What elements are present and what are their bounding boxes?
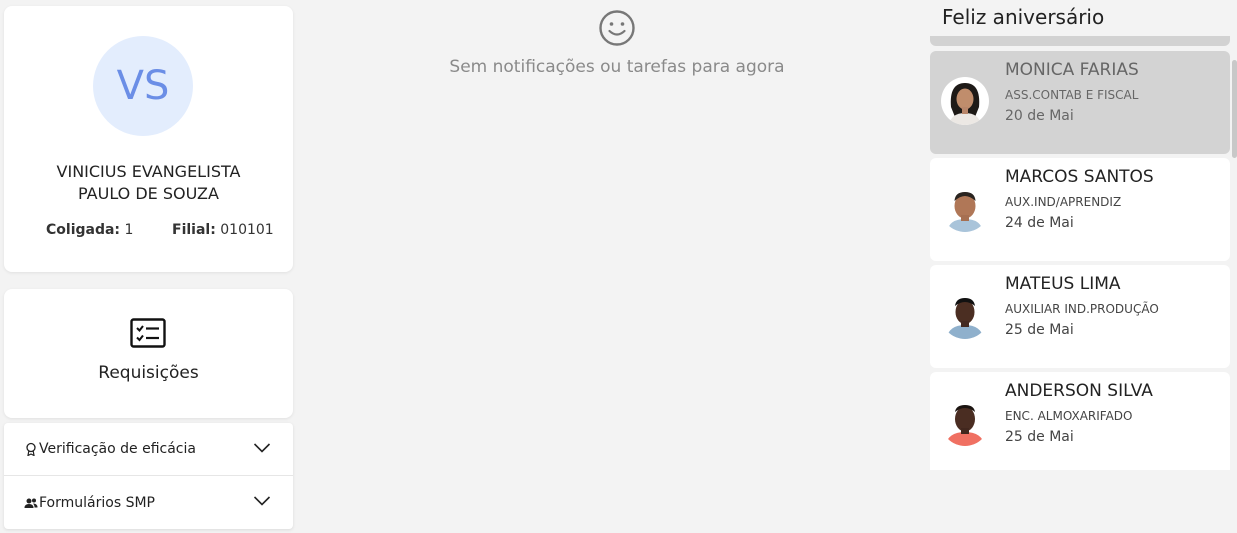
birthday-card[interactable]: MATEUS LIMA AUXILIAR IND.PRODUÇÃO 25 de …	[930, 265, 1230, 368]
scrollbar[interactable]	[1232, 60, 1237, 158]
accordion-item-label: Verificação de eficácia	[39, 441, 196, 457]
employee-name: MONICA FARIAS	[1005, 60, 1139, 80]
profile-card: VS VINICIUS EVANGELISTA PAULO DE SOUZA C…	[4, 6, 293, 272]
accordion-item-verificacao[interactable]: Verificação de eficácia	[4, 423, 293, 476]
filial-label: Filial:	[172, 222, 216, 238]
birthday-card[interactable]: MONICA FARIAS ASS.CONTAB E FISCAL 20 de …	[930, 51, 1230, 154]
employee-role: ASS.CONTAB E FISCAL	[1005, 88, 1139, 102]
employee-photo	[941, 291, 989, 339]
birthday-card[interactable]: MARCOS SANTOS AUX.IND/APRENDIZ 24 de Mai	[930, 158, 1230, 261]
chevron-down-icon[interactable]	[253, 495, 271, 507]
avatar: VS	[93, 36, 193, 136]
accordion-item-formularios[interactable]: Formulários SMP	[4, 476, 293, 529]
avatar-initials: VS	[116, 63, 170, 109]
employee-photo	[941, 398, 989, 446]
user-name: VINICIUS EVANGELISTA PAULO DE SOUZA	[56, 162, 241, 203]
coligada-info: Coligada: 1	[46, 222, 133, 238]
list-divider	[930, 36, 1230, 46]
birthday-date: 25 de Mai	[1005, 429, 1074, 445]
checklist-icon	[130, 318, 166, 348]
requisicoes-card[interactable]: Requisições	[4, 289, 293, 418]
users-icon	[24, 496, 38, 510]
birthdays-list[interactable]: MONICA FARIAS ASS.CONTAB E FISCAL 20 de …	[930, 36, 1230, 470]
chevron-down-icon[interactable]	[253, 442, 271, 454]
award-icon	[24, 442, 38, 456]
employee-role: ENC. ALMOXARIFADO	[1005, 409, 1133, 423]
birthday-card[interactable]: ANDERSON SILVA ENC. ALMOXARIFADO 25 de M…	[930, 372, 1230, 470]
employee-name: MATEUS LIMA	[1005, 274, 1121, 294]
employee-name: MARCOS SANTOS	[1005, 167, 1154, 187]
coligada-value: 1	[124, 222, 134, 238]
accordion-item-label: Formulários SMP	[39, 494, 155, 511]
employee-name: ANDERSON SILVA	[1005, 381, 1153, 401]
employee-role: AUX.IND/APRENDIZ	[1005, 195, 1122, 209]
accordion: Verificação de eficácia Formulários SMP	[4, 423, 293, 529]
birthday-date: 20 de Mai	[1005, 108, 1074, 124]
birthday-date: 25 de Mai	[1005, 322, 1074, 338]
filial-info: Filial: 010101	[172, 222, 274, 238]
empty-notifications-message: Sem notificações ou tarefas para agora	[449, 57, 785, 77]
notifications-panel: Sem notificações ou tarefas para agora	[300, 0, 930, 533]
filial-value: 010101	[220, 222, 274, 238]
coligada-label: Coligada:	[46, 222, 121, 238]
employee-role: AUXILIAR IND.PRODUÇÃO	[1005, 302, 1159, 316]
requisicoes-label: Requisições	[98, 363, 199, 383]
employee-photo	[941, 184, 989, 232]
birthdays-title: Feliz aniversário	[942, 5, 1105, 29]
smile-icon	[599, 10, 635, 46]
employee-photo	[941, 77, 989, 125]
birthday-date: 24 de Mai	[1005, 215, 1074, 231]
